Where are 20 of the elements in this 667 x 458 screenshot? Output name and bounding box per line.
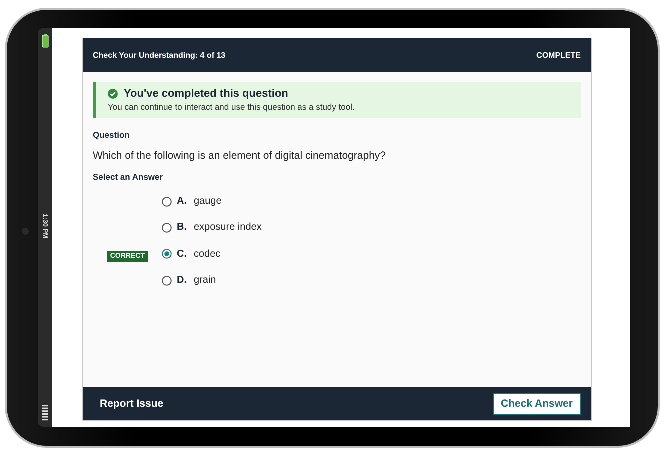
answer-option[interactable]: B. exposure index [162,219,262,236]
quiz-progress-title: Check Your Understanding: 4 of 13 [93,50,226,60]
answer-option[interactable]: A. gauge [162,193,262,210]
question-label: Question [93,130,131,140]
battery-icon [42,34,48,48]
notice-title: You've completed this question [124,88,288,100]
answers-label: Select an Answer [93,172,164,182]
answer-option[interactable]: C. codec [162,246,262,262]
radio-button[interactable] [162,222,172,232]
radio-button[interactable] [162,196,172,206]
status-label: COMPLETE [536,50,581,60]
question-text: Which of the following is an element of digital cinematography? [93,150,387,162]
check-circle-icon [108,89,118,99]
check-answer-button[interactable]: Check Answer [493,392,581,414]
report-issue-link[interactable]: Report Issue [100,398,164,410]
signal-icon [42,404,48,421]
answer-option[interactable]: D. grain [162,272,262,289]
notice-message: You can continue to interact and use this question as a study tool. [108,102,356,112]
radio-button[interactable] [162,249,172,259]
radio-button[interactable] [162,276,172,286]
